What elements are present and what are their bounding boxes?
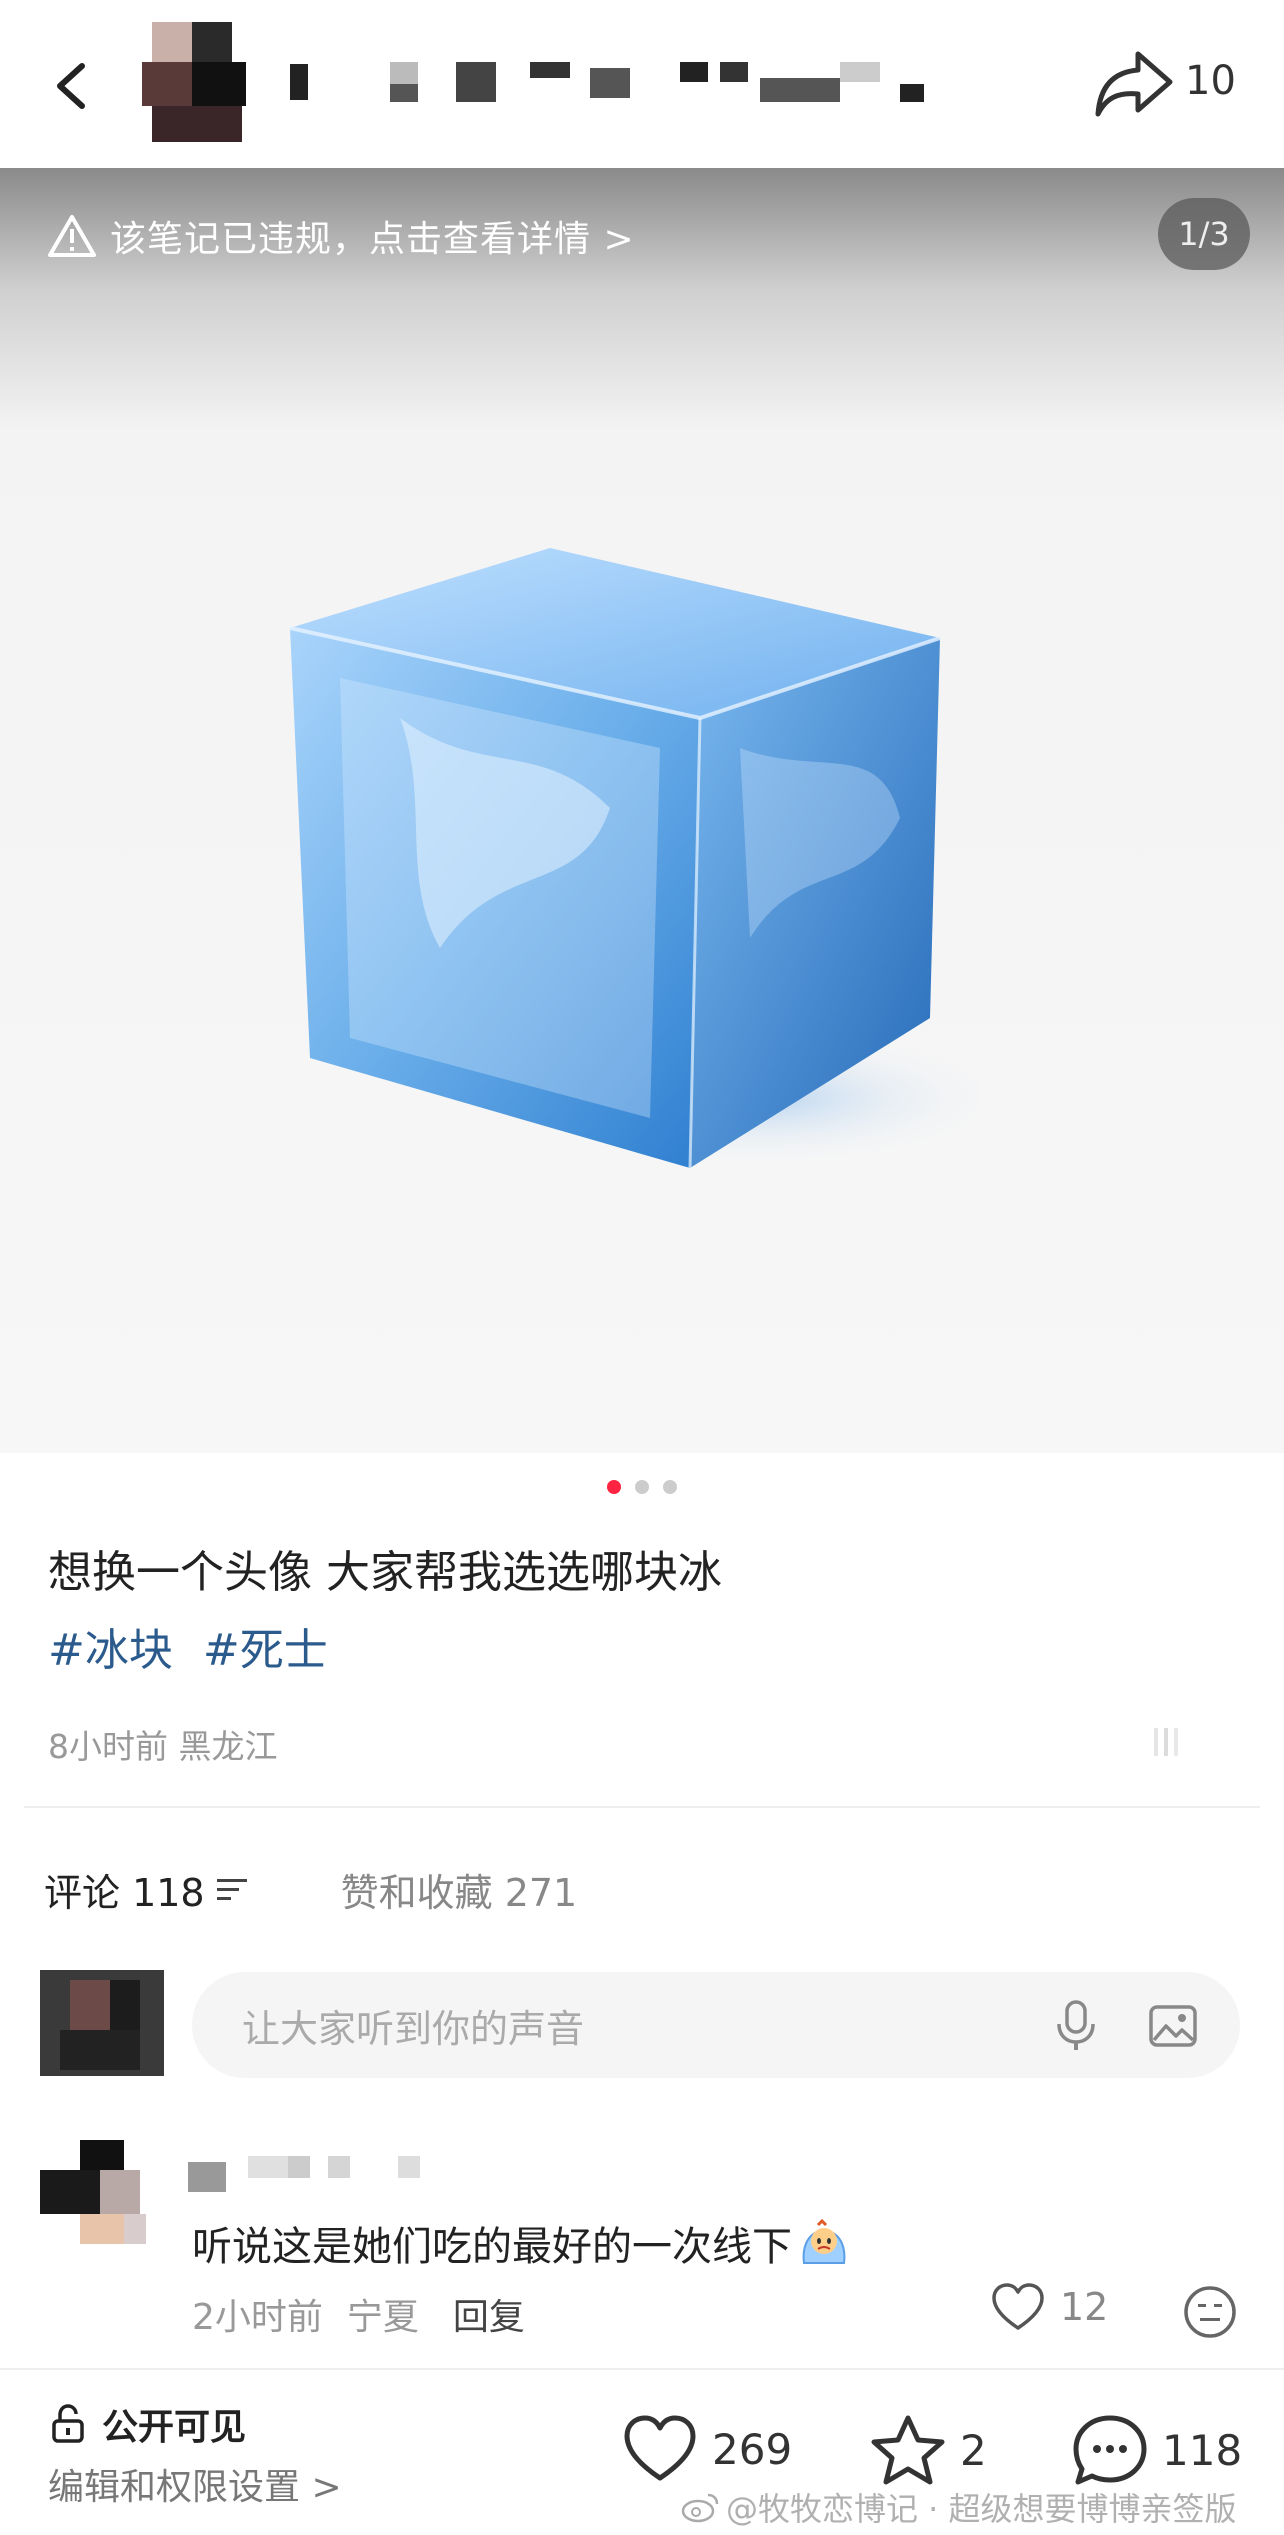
post-tags: #冰块 #死士 (48, 1614, 328, 1678)
carousel-dot-active (607, 1480, 621, 1494)
microphone-icon[interactable] (1052, 1998, 1100, 2054)
comment-bubble-icon (1073, 2415, 1147, 2485)
post-meta: 8小时前 黑龙江 (48, 1727, 278, 1766)
commenter-name-obscured[interactable] (188, 2152, 428, 2192)
post-image-carousel[interactable]: 该笔记已违规，点击查看详情 > 1/3 (0, 168, 1284, 1453)
comment-like-button[interactable]: 12 (990, 2282, 1108, 2332)
author-avatar[interactable] (142, 22, 252, 144)
tag-link[interactable]: #冰块 (48, 1614, 173, 1678)
share-count: 10 (1185, 58, 1236, 104)
my-avatar (40, 1970, 164, 2076)
carousel-dot (635, 1480, 649, 1494)
share-icon[interactable] (1090, 46, 1180, 122)
comment-body: 听说这是她们吃的最好的一次线下 (192, 2224, 792, 2270)
image-upload-icon[interactable] (1148, 2004, 1198, 2048)
commenter-avatar[interactable] (40, 2140, 164, 2244)
violation-notice[interactable]: 该笔记已违规，点击查看详情 > (48, 210, 635, 262)
like-count: 269 (712, 2424, 793, 2474)
comment-count: 118 (1162, 2425, 1243, 2475)
tab-comments-label: 评论 118 (44, 1871, 205, 1915)
collect-count: 2 (960, 2425, 987, 2475)
comment-text: 听说这是她们吃的最好的一次线下 (192, 2214, 852, 2272)
collect-button[interactable]: 2 (870, 2414, 987, 2486)
heart-icon (992, 2283, 1044, 2330)
violation-text: 该笔记已违规，点击查看详情 > (110, 219, 635, 260)
tab-likes-favorites[interactable]: 赞和收藏 271 (341, 1862, 578, 1917)
star-icon (871, 2415, 945, 2485)
carousel-dot (663, 1480, 677, 1494)
comment-tabs: 评论 118 赞和收藏 271 (44, 1862, 577, 1917)
top-bar: 10 (0, 0, 1284, 168)
ice-cube-image (289, 548, 980, 1169)
post-title: 想换一个头像 大家帮我选选哪块冰 (48, 1547, 722, 1598)
visibility-label: 公开可见 (102, 2407, 247, 2448)
divider (24, 1806, 1260, 1808)
comment-button[interactable]: 118 (1072, 2414, 1242, 2486)
back-icon[interactable] (44, 56, 104, 116)
carousel-dots (0, 1480, 1284, 1494)
watermark-text: @牧牧恋博记 · 超级想要博博亲签版 (726, 2490, 1237, 2528)
visibility-status[interactable]: 公开可见 (48, 2398, 246, 2450)
author-name-obscured[interactable] (280, 58, 940, 106)
comment-location: 宁夏 (346, 2297, 419, 2338)
more-indicator-icon (1154, 1728, 1178, 1756)
page-counter: 1/3 (1158, 198, 1250, 270)
bottom-divider (0, 2368, 1284, 2370)
emoji-reaction-icon[interactable] (1182, 2284, 1238, 2340)
lock-open-icon (52, 2404, 84, 2443)
like-button[interactable]: 269 (622, 2414, 792, 2484)
permissions-link[interactable]: 编辑和权限设置 > (48, 2458, 342, 2510)
tab-comments[interactable]: 评论 118 (44, 1862, 251, 1917)
warning-icon (48, 215, 96, 257)
weibo-icon (681, 2493, 719, 2523)
comment-time: 2小时前 (192, 2297, 323, 2338)
watermark: @牧牧恋博记 · 超级想要博博亲签版 (680, 2484, 1237, 2530)
heart-icon (624, 2415, 696, 2481)
comment-like-count: 12 (1060, 2285, 1109, 2329)
sort-icon[interactable] (215, 1875, 251, 1905)
crying-emoji-icon (802, 2218, 846, 2264)
tag-link[interactable]: #死士 (203, 1614, 328, 1678)
reply-button[interactable]: 回复 (453, 2288, 525, 2340)
comment-meta: 2小时前 宁夏 回复 (192, 2288, 525, 2340)
